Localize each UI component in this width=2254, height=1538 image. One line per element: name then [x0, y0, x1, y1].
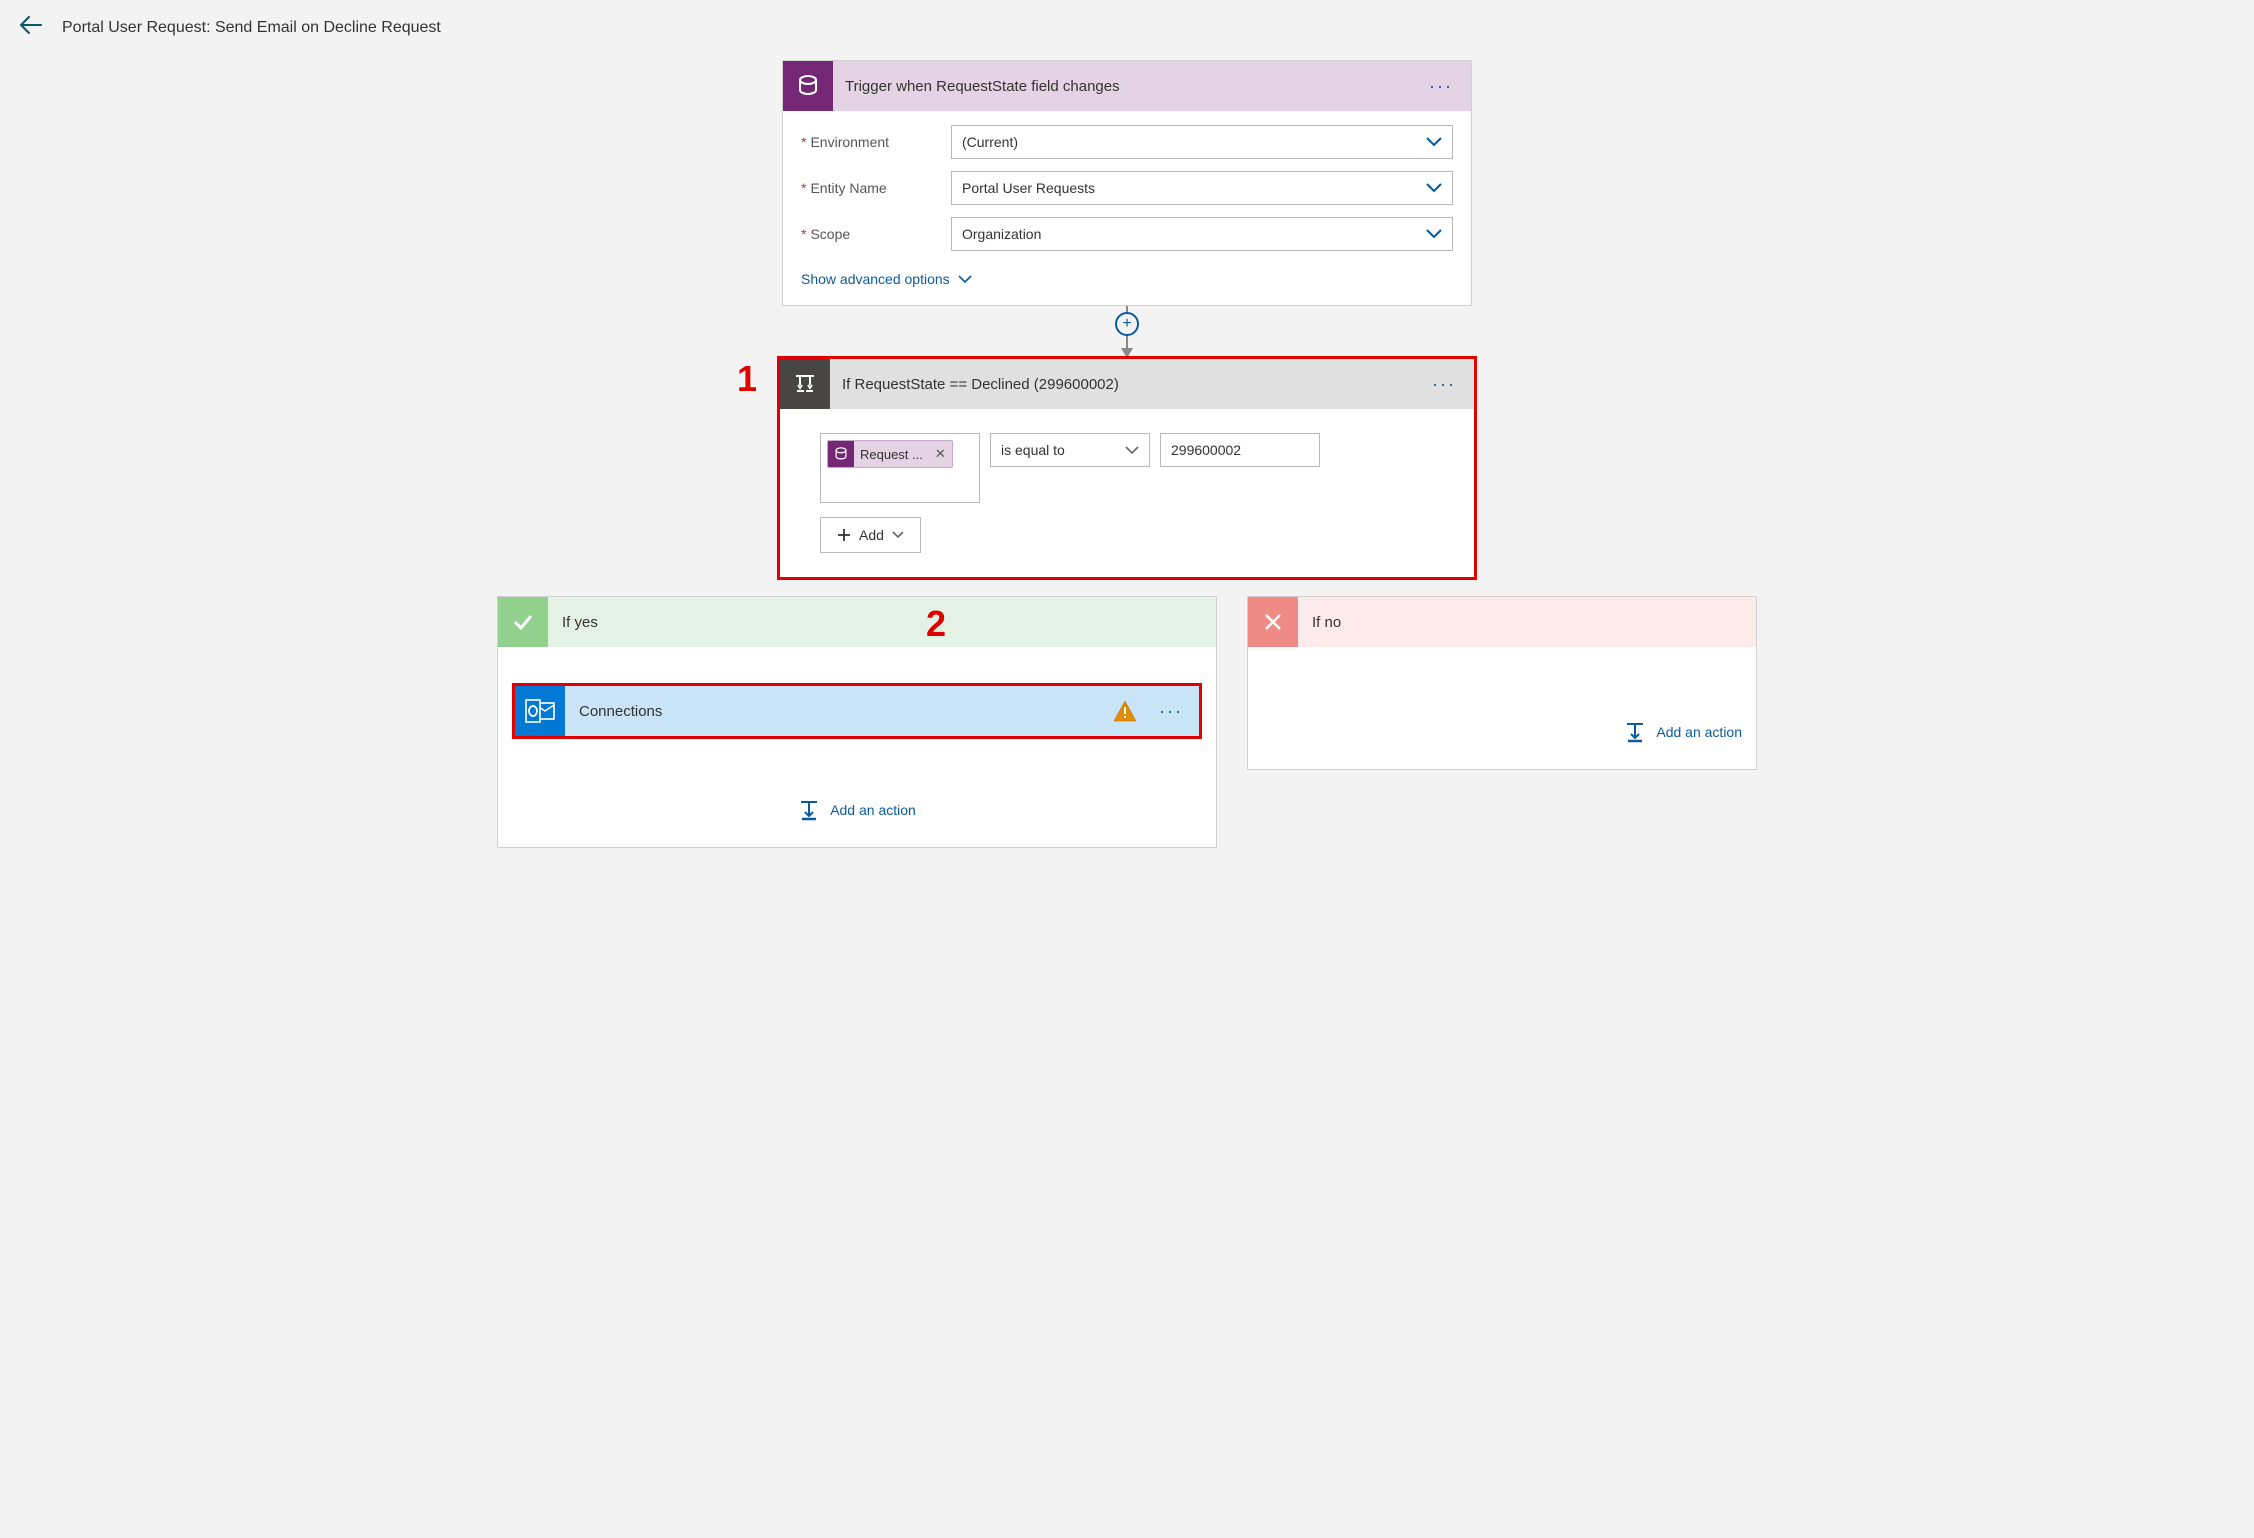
connector: + — [1126, 306, 1128, 356]
add-step-button[interactable]: + — [1115, 312, 1139, 336]
chevron-down-icon — [1426, 226, 1442, 242]
remove-token-button[interactable]: ✕ — [929, 446, 952, 462]
trigger-menu-button[interactable]: ··· — [1423, 72, 1459, 101]
if-yes-header[interactable]: If yes 2 — [498, 597, 1216, 647]
connections-action[interactable]: Connections ··· — [512, 683, 1202, 739]
scope-select[interactable]: Organization — [951, 217, 1453, 251]
show-advanced-options-link[interactable]: Show advanced options — [801, 271, 972, 287]
if-no-branch: If no Add an action — [1247, 596, 1757, 770]
trigger-header[interactable]: Trigger when RequestState field changes … — [783, 61, 1471, 111]
condition-header[interactable]: If RequestState == Declined (299600002) … — [780, 359, 1474, 409]
entity-label: *Entity Name — [801, 180, 951, 196]
condition-menu-button[interactable]: ··· — [1426, 370, 1462, 399]
add-condition-button[interactable]: Add — [820, 517, 921, 553]
condition-card: If RequestState == Declined (299600002) … — [777, 356, 1477, 580]
trigger-title: Trigger when RequestState field changes — [845, 78, 1423, 95]
check-icon — [498, 597, 548, 647]
if-no-header[interactable]: If no — [1248, 597, 1756, 647]
page-title: Portal User Request: Send Email on Decli… — [62, 19, 441, 37]
if-yes-title: If yes — [562, 614, 598, 631]
chevron-down-icon — [1426, 180, 1442, 196]
annotation-1: 1 — [737, 358, 757, 400]
if-yes-branch: If yes 2 Connections — [497, 596, 1217, 848]
entity-select[interactable]: Portal User Requests — [951, 171, 1453, 205]
trigger-card: Trigger when RequestState field changes … — [782, 60, 1472, 306]
scope-label: *Scope — [801, 226, 951, 242]
warning-icon — [1113, 700, 1137, 722]
environment-label: *Environment — [801, 134, 951, 150]
condition-left-operand[interactable]: Request ... ✕ — [820, 433, 980, 503]
dataverse-icon — [783, 61, 833, 111]
dynamic-token[interactable]: Request ... ✕ — [827, 440, 953, 468]
condition-operator-select[interactable]: is equal to — [990, 433, 1150, 467]
add-action-no[interactable]: Add an action — [1262, 721, 1742, 743]
back-icon[interactable] — [20, 16, 42, 40]
chevron-down-icon — [1426, 134, 1442, 150]
add-action-yes[interactable]: Add an action — [512, 799, 1202, 821]
connections-title: Connections — [579, 703, 1113, 720]
close-icon — [1248, 597, 1298, 647]
condition-icon — [780, 359, 830, 409]
condition-value-input[interactable]: 299600002 — [1160, 433, 1320, 467]
condition-title: If RequestState == Declined (299600002) — [842, 376, 1426, 393]
connections-menu-button[interactable]: ··· — [1153, 697, 1189, 726]
token-dataverse-icon — [828, 440, 854, 468]
outlook-icon — [515, 686, 565, 736]
environment-select[interactable]: (Current) — [951, 125, 1453, 159]
if-no-title: If no — [1312, 614, 1341, 631]
chevron-down-icon — [1125, 442, 1139, 458]
annotation-2: 2 — [926, 603, 946, 645]
